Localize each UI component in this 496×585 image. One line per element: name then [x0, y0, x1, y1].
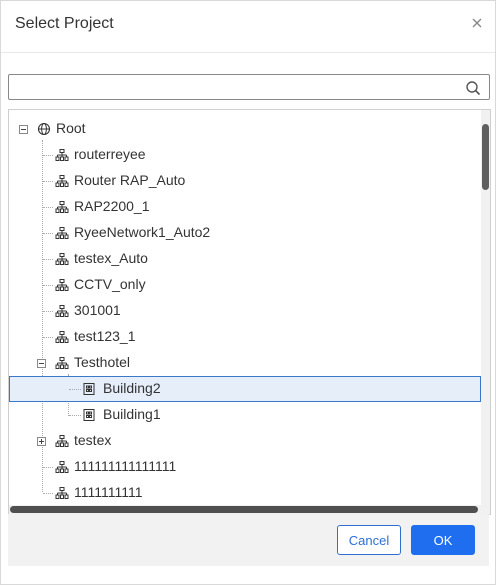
tree-guide-line	[43, 493, 53, 494]
horizontal-scrollbar-thumb[interactable]	[10, 506, 478, 513]
network-icon	[55, 149, 69, 161]
tree-guide-line	[43, 155, 53, 156]
search-input[interactable]	[13, 77, 457, 99]
globe-icon	[37, 122, 51, 136]
dialog-header: Select Project	[1, 1, 495, 53]
tree-guide-line	[43, 337, 53, 338]
tree-guide-line	[69, 389, 81, 390]
tree-node[interactable]: testex_Auto	[9, 246, 481, 272]
collapse-toggle-icon[interactable]	[37, 359, 46, 368]
expand-toggle-icon[interactable]	[37, 437, 46, 446]
tree-guide-line	[43, 207, 53, 208]
tree-guide-line	[43, 311, 53, 312]
network-icon	[55, 357, 69, 369]
network-icon	[55, 175, 69, 187]
tree-node-label: Root	[56, 120, 86, 136]
building-icon	[83, 409, 95, 421]
cancel-button[interactable]: Cancel	[337, 525, 401, 555]
network-icon	[55, 435, 69, 447]
tree-node-label: Building2	[103, 380, 161, 396]
tree-guide-line	[43, 467, 53, 468]
building-icon	[83, 383, 95, 395]
tree-node-label: RAP2200_1	[74, 198, 150, 214]
tree-node-building1[interactable]: Building1	[9, 402, 481, 428]
close-icon[interactable]	[469, 15, 485, 31]
tree-node[interactable]: RAP2200_1	[9, 194, 481, 220]
tree-node-label: testex	[74, 432, 112, 448]
tree-node-building2[interactable]: Building2	[9, 376, 481, 402]
tree-node[interactable]: RyeeNetwork1_Auto2	[9, 220, 481, 246]
tree-node[interactable]: 1111111111	[9, 480, 481, 506]
tree-node-label: test123_1	[74, 328, 136, 344]
network-icon	[55, 331, 69, 343]
tree-node[interactable]: Router RAP_Auto	[9, 168, 481, 194]
tree-node-testex[interactable]: testex	[9, 428, 481, 454]
tree-node-label: routerreyee	[74, 146, 146, 162]
tree-guide-line	[43, 259, 53, 260]
ok-button[interactable]: OK	[411, 525, 475, 555]
tree-guide-line	[69, 415, 81, 416]
tree-node-label: 111111111111111	[74, 458, 177, 474]
network-icon	[55, 253, 69, 265]
search-icon[interactable]	[465, 80, 481, 96]
horizontal-scrollbar[interactable]	[9, 505, 481, 514]
tree-node-label: RyeeNetwork1_Auto2	[74, 224, 211, 240]
tree-node[interactable]: CCTV_only	[9, 272, 481, 298]
tree-node-testhotel[interactable]: Testhotel	[9, 350, 481, 376]
tree-node-label: Building1	[103, 406, 161, 422]
dialog-title: Select Project	[15, 15, 114, 32]
dialog-footer: Cancel OK	[8, 514, 489, 566]
search-box	[8, 74, 490, 100]
tree-node[interactable]: routerreyee	[9, 142, 481, 168]
tree-node-label: Router RAP_Auto	[74, 172, 186, 188]
network-icon	[55, 305, 69, 317]
tree-node-label: 1111111111	[74, 484, 143, 500]
vertical-scrollbar[interactable]	[481, 110, 490, 514]
tree-node[interactable]: 301001	[9, 298, 481, 324]
collapse-toggle-icon[interactable]	[19, 125, 28, 134]
tree-node[interactable]: 111111111111111	[9, 454, 481, 480]
tree-node[interactable]: test123_1	[9, 324, 481, 350]
tree-guide-line	[43, 233, 53, 234]
select-project-dialog: Select Project Root routerreyee Router R…	[0, 0, 496, 585]
network-icon	[55, 227, 69, 239]
network-icon	[55, 279, 69, 291]
tree-guide-line	[43, 285, 53, 286]
tree-node-label: 301001	[74, 302, 121, 318]
network-icon	[55, 487, 69, 499]
tree-node-label: testex_Auto	[74, 250, 148, 266]
tree-node-label: CCTV_only	[74, 276, 146, 292]
tree-guide-line	[43, 181, 53, 182]
tree-node-root[interactable]: Root	[9, 116, 481, 142]
tree-node-label: Testhotel	[74, 354, 131, 370]
network-icon	[55, 461, 69, 473]
project-tree: Root routerreyee Router RAP_Auto RAP2200…	[8, 109, 491, 515]
network-icon	[55, 201, 69, 213]
vertical-scrollbar-thumb[interactable]	[482, 124, 489, 190]
